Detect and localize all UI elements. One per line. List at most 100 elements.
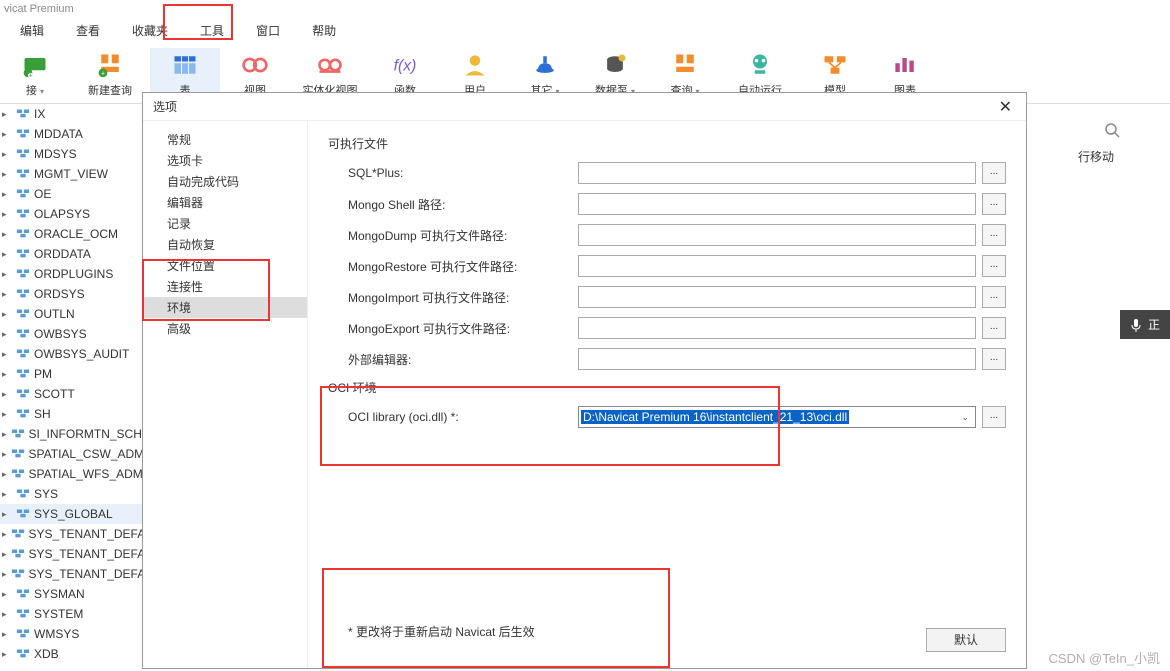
oci-library-input[interactable]: D:\Navicat Premium 16\instantclient_21_1… xyxy=(578,406,976,428)
tree-item[interactable]: ▸SYS_TENANT_DEFAULT xyxy=(0,564,145,584)
menu-help[interactable]: 帮助 xyxy=(296,18,352,43)
menu-favorites[interactable]: 收藏夹 xyxy=(116,18,184,43)
browse-button[interactable]: ... xyxy=(982,255,1006,277)
search-icon[interactable] xyxy=(1030,104,1170,138)
tool-connect[interactable]: +接 ▾ xyxy=(0,48,70,98)
tree-item[interactable]: ▸SYSMAN xyxy=(0,584,145,604)
browse-button[interactable]: ... xyxy=(982,286,1006,308)
tree-item[interactable]: ▸SYS xyxy=(0,484,145,504)
tree-item[interactable]: ▸SH xyxy=(0,404,145,424)
chevron-right-icon: ▸ xyxy=(2,569,7,580)
tree-item[interactable]: ▸OE xyxy=(0,184,145,204)
tree-item[interactable]: ▸ORDSYS xyxy=(0,284,145,304)
oci-label: OCI library (oci.dll) *: xyxy=(328,410,578,424)
browse-button[interactable]: ... xyxy=(982,317,1006,339)
tool-view[interactable]: 视图 xyxy=(220,48,290,98)
tree-item[interactable]: ▸ ORACLE_OCM xyxy=(0,224,145,244)
tool-matview[interactable]: 实体化视图 xyxy=(290,48,370,98)
browse-button[interactable]: ... xyxy=(982,224,1006,246)
svg-text:+: + xyxy=(101,71,105,78)
tree-item[interactable]: ▸WMSYS xyxy=(0,624,145,644)
tree-item[interactable]: ▸SPATIAL_WFS_ADMIN_USR xyxy=(0,464,145,484)
tree-item-label: ORDDATA xyxy=(34,247,91,261)
options-nav-item[interactable]: 常规 xyxy=(143,129,307,150)
tree-item[interactable]: ▸OLAPSYS xyxy=(0,204,145,224)
tool-autorun[interactable]: 自动运行 xyxy=(720,48,800,98)
options-nav-item[interactable]: 自动完成代码 xyxy=(143,171,307,192)
field-input-4[interactable] xyxy=(578,286,976,308)
tree-item[interactable]: ▸SYS_TENANT_DEFAULT xyxy=(0,524,145,544)
schema-icon xyxy=(16,387,30,402)
tree-item[interactable]: ▸ORDDATA xyxy=(0,244,145,264)
tree-item[interactable]: ▸SCOTT xyxy=(0,384,145,404)
row-move-label: 行移动 xyxy=(1030,138,1170,165)
options-nav-item[interactable]: 编辑器 xyxy=(143,192,307,213)
tree-item[interactable]: ▸MGMT_VIEW xyxy=(0,164,145,184)
options-nav-item[interactable]: 选项卡 xyxy=(143,150,307,171)
dropdown-icon[interactable]: ⌄ xyxy=(957,412,973,423)
tree-item[interactable]: ▸OWBSYS_AUDIT xyxy=(0,344,145,364)
tree-item[interactable]: ▸SYS_TENANT_DEFAULT xyxy=(0,544,145,564)
options-nav-item[interactable]: 自动恢复 xyxy=(143,234,307,255)
tool-table[interactable]: 表 xyxy=(150,48,220,98)
field-label: SQL*Plus: xyxy=(328,166,578,180)
options-nav: 常规选项卡自动完成代码编辑器记录自动恢复文件位置连接性环境高级 xyxy=(143,121,308,668)
options-nav-item[interactable]: 高级 xyxy=(143,318,307,339)
tree-item[interactable]: ▸SYSTEM xyxy=(0,604,145,624)
tree-item[interactable]: ▸SI_INFORMTN_SCHEMA xyxy=(0,424,145,444)
field-input-0[interactable] xyxy=(578,162,976,184)
tree-item[interactable]: ▸IX xyxy=(0,104,145,124)
close-icon[interactable]: ✕ xyxy=(995,97,1016,117)
options-nav-item[interactable]: 连接性 xyxy=(143,276,307,297)
field-input-2[interactable] xyxy=(578,224,976,246)
chevron-right-icon: ▸ xyxy=(2,529,7,540)
schema-icon xyxy=(11,547,25,562)
tree-item-label: OE xyxy=(34,187,51,201)
tree-item[interactable]: ▸OWBSYS xyxy=(0,324,145,344)
browse-button[interactable]: ... xyxy=(982,162,1006,184)
default-button[interactable]: 默认 xyxy=(926,628,1006,652)
field-input-5[interactable] xyxy=(578,317,976,339)
menu-bar: 编辑 查看 收藏夹 工具 窗口 帮助 xyxy=(0,18,1170,42)
field-input-1[interactable] xyxy=(578,193,976,215)
oci-browse-button[interactable]: ... xyxy=(982,406,1006,428)
tool-model[interactable]: 模型 xyxy=(800,48,870,98)
chevron-right-icon: ▸ xyxy=(2,229,12,240)
menu-tools[interactable]: 工具 xyxy=(184,18,240,43)
field-label: Mongo Shell 路径: xyxy=(328,196,578,213)
tool-newquery[interactable]: +新建查询 xyxy=(70,48,150,98)
tool-chart[interactable]: 图表 xyxy=(870,48,940,98)
schema-icon xyxy=(16,327,30,342)
options-nav-item[interactable]: 记录 xyxy=(143,213,307,234)
tree-item[interactable]: ▸XDB xyxy=(0,644,145,664)
tree-item-label: SH xyxy=(34,407,51,421)
tool-other[interactable]: 其它 ▾ xyxy=(510,48,580,98)
options-nav-item[interactable]: 环境 xyxy=(143,297,307,318)
app-title: vicat Premium xyxy=(0,0,1170,18)
tool-pump[interactable]: 数据泵 ▾ xyxy=(580,48,650,98)
tree-item-label: MDSYS xyxy=(34,147,77,161)
menu-view[interactable]: 查看 xyxy=(60,18,116,43)
options-nav-item[interactable]: 文件位置 xyxy=(143,255,307,276)
tree-item[interactable]: ▸PM xyxy=(0,364,145,384)
menu-edit[interactable]: 编辑 xyxy=(4,18,60,43)
schema-icon xyxy=(16,367,30,382)
browse-button[interactable]: ... xyxy=(982,348,1006,370)
schema-icon xyxy=(16,487,30,502)
chevron-right-icon: ▸ xyxy=(2,329,12,340)
field-input-3[interactable] xyxy=(578,255,976,277)
mic-button[interactable]: 正 xyxy=(1120,310,1170,339)
tree-item[interactable]: ▸MDSYS xyxy=(0,144,145,164)
tree-item[interactable]: ▸OUTLN xyxy=(0,304,145,324)
tool-query[interactable]: 查询 ▾ xyxy=(650,48,720,98)
tool-user[interactable]: 用户 xyxy=(440,48,510,98)
tree-item[interactable]: ▸SYS_GLOBAL xyxy=(0,504,145,524)
field-input-6[interactable] xyxy=(578,348,976,370)
tool-function[interactable]: f(x)函数 xyxy=(370,48,440,98)
tree-item[interactable]: ▸ORDPLUGINS xyxy=(0,264,145,284)
browse-button[interactable]: ... xyxy=(982,193,1006,215)
tree-item[interactable]: ▸SPATIAL_CSW_ADMIN_USR xyxy=(0,444,145,464)
menu-window[interactable]: 窗口 xyxy=(240,18,296,43)
tree-item[interactable]: ▸MDDATA xyxy=(0,124,145,144)
tree-item-label: ORACLE_OCM xyxy=(34,227,118,241)
